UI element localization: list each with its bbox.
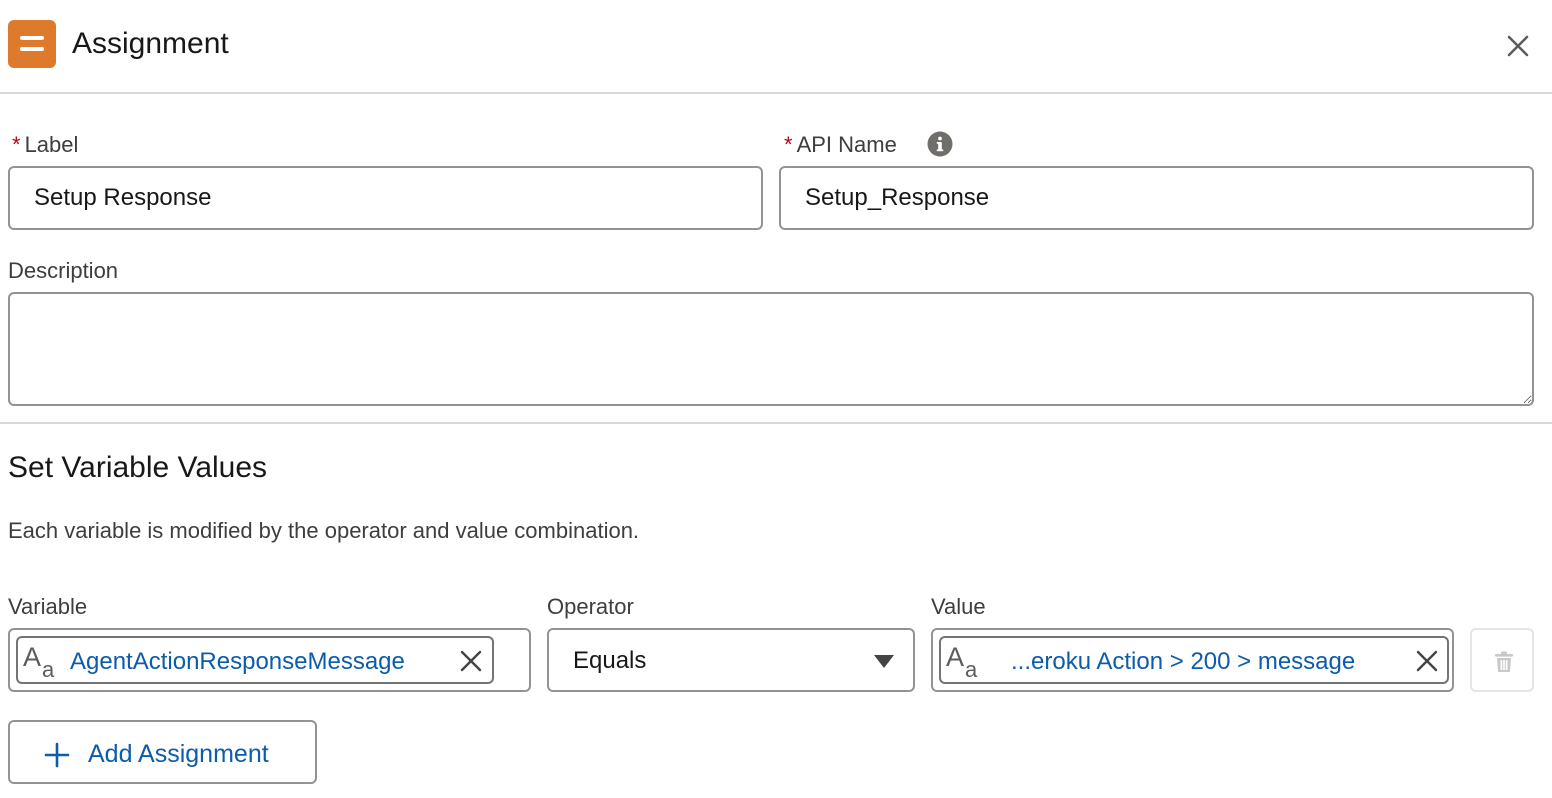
api-name-field-label: * API Name: [784, 132, 897, 158]
svg-text:a: a: [965, 657, 978, 680]
section-description: Each variable is modified by the operato…: [8, 518, 640, 543]
variable-combobox[interactable]: A a AgentActionResponseMessage: [8, 628, 531, 692]
info-icon[interactable]: [927, 131, 953, 157]
required-marker: *: [12, 132, 21, 157]
remove-variable-icon[interactable]: [459, 649, 483, 673]
api-name-input[interactable]: [779, 166, 1534, 230]
operator-column-label: Operator: [547, 594, 634, 619]
description-textarea[interactable]: [8, 292, 1534, 406]
variable-column-label: Variable: [8, 594, 88, 619]
variable-pill-label: AgentActionResponseMessage: [70, 648, 405, 675]
close-icon[interactable]: [1500, 28, 1536, 64]
variable-pill[interactable]: A a AgentActionResponseMessage: [16, 636, 494, 684]
delete-row-button[interactable]: [1470, 628, 1534, 692]
api-name-field-label-text: API Name: [796, 132, 897, 157]
label-field-label-text: Label: [24, 132, 79, 157]
label-input[interactable]: [8, 166, 763, 230]
remove-value-icon[interactable]: [1415, 649, 1439, 673]
assignment-icon: [8, 20, 56, 68]
svg-text:a: a: [42, 657, 55, 680]
section-title: Set Variable Values: [8, 451, 268, 484]
add-assignment-button[interactable]: Add Assignment: [8, 720, 317, 784]
trash-icon: [1495, 651, 1513, 672]
text-type-icon: A a: [23, 642, 55, 680]
required-marker: *: [784, 132, 793, 157]
operator-select[interactable]: Equals: [547, 628, 915, 692]
label-field-label: * Label: [12, 132, 78, 158]
chevron-down-icon: [874, 655, 894, 668]
text-type-icon: A a: [946, 642, 978, 680]
add-assignment-label: Add Assignment: [88, 740, 269, 768]
value-column-label: Value: [931, 594, 986, 619]
modal-header: Assignment: [0, 0, 1552, 94]
add-icon: [44, 742, 70, 768]
svg-text:A: A: [946, 642, 964, 672]
value-pill-label: ...eroku Action > 200 > message: [1011, 648, 1356, 675]
operator-selected-value: Equals: [573, 647, 647, 674]
description-field-label: Description: [8, 258, 119, 283]
svg-text:A: A: [23, 642, 41, 672]
value-pill[interactable]: A a ...eroku Action > 200 > message: [939, 636, 1449, 684]
modal-title: Assignment: [72, 27, 229, 60]
section-divider: [0, 422, 1552, 424]
value-combobox[interactable]: A a ...eroku Action > 200 > message: [931, 628, 1454, 692]
